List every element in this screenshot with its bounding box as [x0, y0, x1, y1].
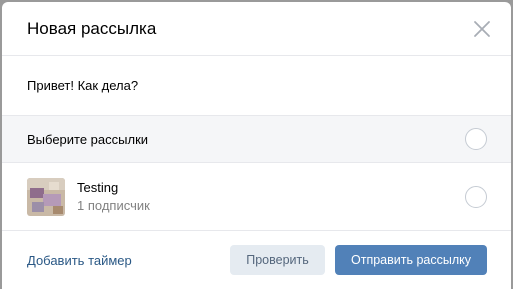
mailing-info: Testing 1 подписчик [27, 177, 150, 216]
message-preview: Привет! Как дела? [2, 56, 511, 116]
select-all-label: Выберите рассылки [27, 131, 149, 147]
dialog-header: Новая рассылка [2, 2, 511, 56]
add-timer-link[interactable]: Добавить таймер [27, 253, 132, 268]
select-all-row[interactable]: Выберите рассылки [2, 116, 511, 163]
mailing-text: Testing 1 подписчик [77, 180, 150, 213]
mailing-radio[interactable] [465, 185, 487, 208]
check-button[interactable]: Проверить [230, 245, 325, 275]
close-icon[interactable] [473, 20, 491, 38]
dialog-title: Новая рассылка [27, 18, 157, 38]
message-text: Привет! Как дела? [27, 78, 139, 93]
dialog-footer: Добавить таймер Проверить Отправить расс… [2, 231, 511, 289]
mailing-name: Testing [77, 180, 119, 195]
subscriber-count: 1 подписчик [77, 198, 150, 213]
new-mailing-dialog: Новая рассылка Привет! Как дела? Выберит… [2, 2, 511, 289]
photo-thumbnail-icon [27, 177, 65, 216]
list-item[interactable]: Testing 1 подписчик [2, 163, 511, 231]
footer-buttons: Проверить Отправить рассылку [230, 245, 487, 275]
select-all-radio[interactable] [465, 128, 487, 150]
send-mailing-button[interactable]: Отправить рассылку [335, 245, 487, 275]
